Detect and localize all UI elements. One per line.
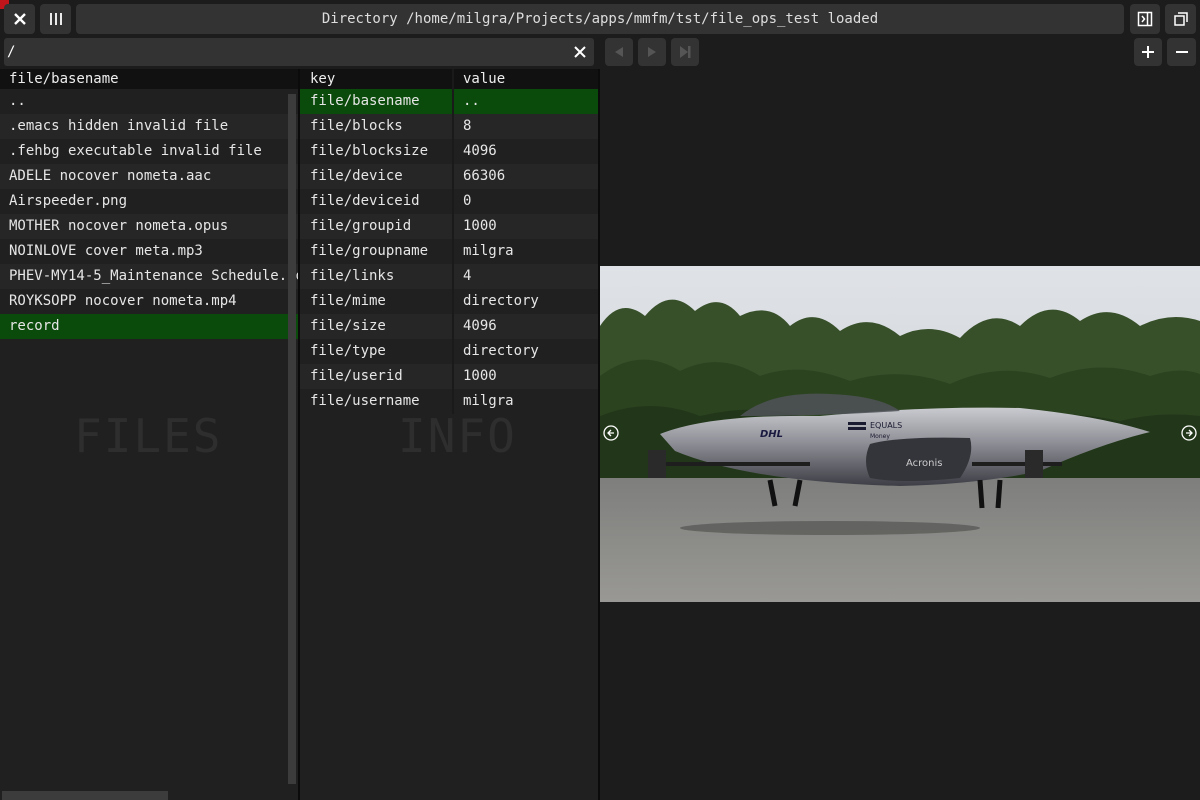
next-button[interactable] <box>671 38 699 66</box>
fullscreen-button[interactable] <box>1165 4 1196 34</box>
prev-button[interactable] <box>605 38 633 66</box>
info-row[interactable]: file/userid 1000 <box>300 364 598 389</box>
info-row[interactable]: file/basename.. <box>300 89 598 114</box>
files-panel: file/basename FILES .. .emacs hidden inva… <box>0 69 298 800</box>
file-list-item[interactable]: .emacs hidden invalid file <box>0 114 298 139</box>
file-list-item[interactable]: NOINLOVE cover meta.mp3 <box>0 239 298 264</box>
airspeeder-image: Acronis DHL EQUALS Money <box>600 266 1200 602</box>
file-list-item[interactable]: record <box>0 314 298 339</box>
svg-text:DHL: DHL <box>760 429 783 440</box>
path-input[interactable] <box>4 38 567 66</box>
info-key: file/blocksize <box>310 143 429 159</box>
triangle-right-icon <box>648 47 656 57</box>
svg-text:Money: Money <box>870 433 890 440</box>
info-key: file/mime <box>310 293 386 309</box>
value-column-header[interactable]: value <box>452 69 598 89</box>
info-row[interactable]: file/size 4096 <box>300 314 598 339</box>
files-watermark: FILES <box>74 409 223 463</box>
info-key: file/device <box>310 168 403 184</box>
close-icon <box>13 13 26 25</box>
plus-icon <box>1142 46 1154 58</box>
info-key: file/groupid <box>310 218 412 234</box>
key-column-header[interactable]: key <box>300 69 452 89</box>
info-row[interactable]: file/groupname milgra <box>300 239 598 264</box>
svg-text:EQUALS: EQUALS <box>870 421 902 430</box>
info-value: 4 <box>452 264 598 289</box>
play-button[interactable] <box>638 38 666 66</box>
file-list-item[interactable]: .fehbg executable invalid file <box>0 139 298 164</box>
info-row[interactable]: file/mime directory <box>300 289 598 314</box>
file-list-item[interactable]: PHEV-MY14-5_Maintenance Schedule.pdf <box>0 264 298 289</box>
info-value: 8 <box>452 114 598 139</box>
zoom-out-button[interactable] <box>1167 38 1196 66</box>
info-key: file/groupname <box>310 243 429 259</box>
info-key: file/deviceid <box>310 193 420 209</box>
path-bar <box>4 38 594 66</box>
close-button[interactable] <box>4 4 35 34</box>
files-list: .. .emacs hidden invalid file .fehbg execu… <box>0 89 298 339</box>
info-value: 0 <box>452 189 598 214</box>
status-title: Directory /home/milgra/Projects/apps/mmf… <box>76 4 1124 34</box>
info-row[interactable]: file/blocksize 4096 <box>300 139 598 164</box>
files-vertical-scrollbar[interactable] <box>288 94 296 784</box>
info-key: file/links <box>310 268 395 284</box>
info-row[interactable]: file/groupid 1000 <box>300 214 598 239</box>
svg-text:Acronis: Acronis <box>906 458 943 469</box>
files-horizontal-scrollbar[interactable] <box>2 791 168 800</box>
info-list: file/basename.. file/blocks 8 file/blocksiz… <box>300 89 598 414</box>
info-value: 4096 <box>452 314 598 339</box>
skip-forward-icon <box>680 46 691 58</box>
columns-icon <box>49 13 62 25</box>
triangle-left-icon <box>615 47 623 57</box>
info-key: file/userid <box>310 368 403 384</box>
info-value: milgra <box>452 239 598 264</box>
clear-icon[interactable] <box>572 44 588 60</box>
info-row[interactable]: file/links 4 <box>300 264 598 289</box>
info-value: directory <box>452 289 598 314</box>
file-list-item[interactable]: ADELE nocover nometa.aac <box>0 164 298 189</box>
panel-toggle-button[interactable] <box>1130 4 1160 34</box>
image-preview[interactable]: Acronis DHL EQUALS Money <box>600 266 1200 602</box>
files-column-header[interactable]: file/basename <box>0 69 298 89</box>
file-list-item[interactable]: ROYKSOPP nocover nometa.mp4 <box>0 289 298 314</box>
info-watermark: INFO <box>398 409 517 463</box>
panel-toggle-icon <box>1137 11 1153 27</box>
info-value: 1000 <box>452 214 598 239</box>
info-key: file/blocks <box>310 118 403 134</box>
info-key: file/type <box>310 343 386 359</box>
info-panel: key value INFO file/basename.. file/block… <box>300 69 598 800</box>
info-key: file/basename <box>310 93 420 109</box>
file-list-item[interactable]: Airspeeder.png <box>0 189 298 214</box>
info-row[interactable]: file/deviceid 0 <box>300 189 598 214</box>
info-value: .. <box>452 89 598 114</box>
info-key: file/size <box>310 318 386 334</box>
file-list-item[interactable]: MOTHER nocover nometa.opus <box>0 214 298 239</box>
info-value: 1000 <box>452 364 598 389</box>
fullscreen-icon <box>1173 12 1188 26</box>
minus-icon <box>1175 51 1188 53</box>
info-row[interactable]: file/type directory <box>300 339 598 364</box>
info-column-header: key value <box>300 69 598 89</box>
file-list-item[interactable]: .. <box>0 89 298 114</box>
zoom-in-button[interactable] <box>1134 38 1162 66</box>
info-value: 66306 <box>452 164 598 189</box>
info-value: 4096 <box>452 139 598 164</box>
info-row[interactable]: file/device 66306 <box>300 164 598 189</box>
columns-button[interactable] <box>40 4 71 34</box>
info-row[interactable]: file/blocks 8 <box>300 114 598 139</box>
info-value: directory <box>452 339 598 364</box>
